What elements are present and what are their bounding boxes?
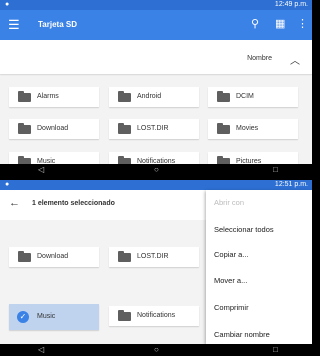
app-bar-title: Tarjeta SD (38, 20, 77, 29)
sort-bar-area (0, 220, 206, 240)
menu-item-select-all[interactable]: Seleccionar todos (214, 225, 274, 234)
folder-tile[interactable]: DCIM (208, 87, 298, 107)
folder-label: Movies (236, 125, 259, 132)
nav-back-icon[interactable]: ◁ (38, 345, 44, 354)
folder-label: Android (137, 93, 162, 100)
folder-icon (18, 251, 31, 262)
nav-bar: ◁ ○ □ (0, 164, 312, 176)
screen-selection-mode: ● 12:51 p.m. ← 1 elemento seleccionado D… (0, 180, 312, 356)
folder-tile[interactable]: Movies (208, 119, 298, 139)
folder-icon (18, 123, 31, 134)
check-icon: ✓ (17, 311, 29, 323)
folder-tile[interactable]: Download (9, 119, 99, 139)
folder-icon (118, 310, 131, 321)
nav-recents-icon[interactable]: □ (273, 165, 278, 174)
hamburger-icon[interactable]: ☰ (8, 17, 20, 33)
folder-label: DCIM (236, 93, 254, 100)
app-notification-icon: ● (5, 1, 10, 8)
folder-label: Music (37, 313, 56, 320)
folder-tile[interactable]: LOST.DIR (109, 119, 199, 139)
folder-label: LOST.DIR (137, 125, 169, 132)
menu-item-compress[interactable]: Comprimir (214, 303, 249, 312)
folder-tile[interactable]: Alarms (9, 87, 99, 107)
app-notification-icon: ● (5, 181, 10, 188)
folder-label: Download (37, 253, 69, 260)
sort-bar: Nombre ︿ (0, 40, 312, 74)
folder-tile[interactable]: Android (109, 87, 199, 107)
folder-icon (118, 91, 131, 102)
overflow-menu: Abrir con Seleccionar todos Copiar a... … (206, 190, 312, 344)
status-bar: ● 12:49 p.m. (0, 0, 312, 10)
folder-tile[interactable]: LOST.DIR (109, 247, 199, 267)
folder-tile[interactable]: Notifications (109, 306, 199, 326)
folder-label: Alarms (37, 93, 59, 100)
folder-icon (217, 91, 230, 102)
nav-back-icon[interactable]: ◁ (38, 165, 44, 174)
folder-icon (118, 123, 131, 134)
folder-icon (18, 91, 31, 102)
nav-home-icon[interactable]: ○ (154, 165, 159, 174)
menu-item-copy-to[interactable]: Copiar a... (214, 250, 249, 259)
app-bar: ☰ Tarjeta SD ⚲ ▦ ⋮ (0, 10, 312, 40)
folder-label: LOST.DIR (137, 253, 169, 260)
arrow-left-icon[interactable]: ← (9, 197, 20, 209)
menu-item-move-to[interactable]: Mover a... (214, 276, 247, 285)
folder-tile[interactable]: Download (9, 247, 99, 267)
folder-tile-selected[interactable]: ✓ Music (9, 304, 99, 330)
status-bar: ● 12:51 p.m. (0, 180, 312, 190)
search-icon[interactable]: ⚲ (251, 17, 259, 30)
selection-title: 1 elemento seleccionado (32, 200, 115, 207)
menu-item-open-with: Abrir con (214, 198, 245, 207)
screen-file-browser: ● 12:49 p.m. ☰ Tarjeta SD ⚲ ▦ ⋮ Nombre ︿… (0, 0, 312, 176)
status-time: 12:49 p.m. (274, 1, 308, 8)
chevron-up-icon[interactable]: ︿ (290, 52, 300, 67)
sort-label[interactable]: Nombre (247, 55, 272, 62)
nav-home-icon[interactable]: ○ (154, 345, 159, 354)
grid-view-icon[interactable]: ▦ (275, 17, 285, 30)
folder-icon (217, 123, 230, 134)
nav-bar: ◁ ○ □ (0, 344, 312, 356)
menu-item-rename[interactable]: Cambiar nombre (214, 330, 270, 339)
more-vert-icon[interactable]: ⋮ (297, 17, 308, 30)
status-time: 12:51 p.m. (274, 181, 308, 188)
nav-recents-icon[interactable]: □ (273, 345, 278, 354)
folder-label: Notifications (137, 312, 176, 319)
folder-icon (118, 251, 131, 262)
folder-label: Download (37, 125, 69, 132)
